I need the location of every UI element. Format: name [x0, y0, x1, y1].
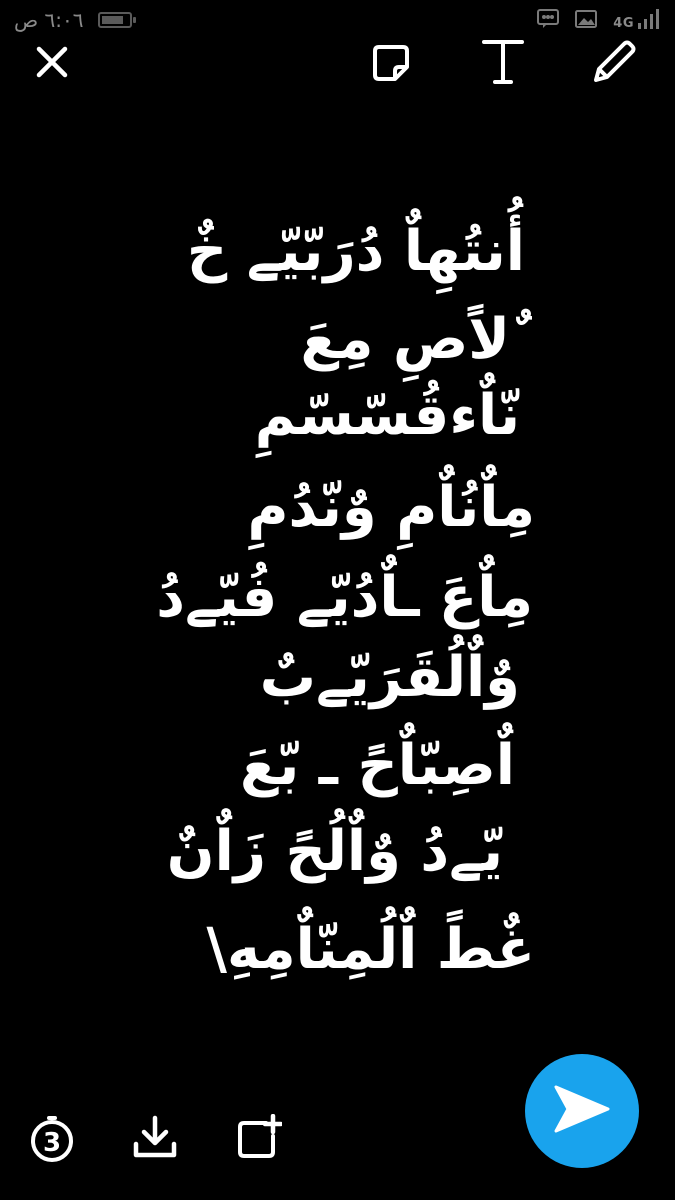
caption-line-3: نّاٌءقُسّسّمِ [254, 383, 520, 448]
battery-level [101, 16, 123, 24]
caption-line-7: اٌصِبّاٌحً ـ بّعَ [240, 733, 515, 798]
add-to-story-icon[interactable] [234, 1112, 284, 1162]
send-arrow-icon [552, 1083, 612, 1139]
snap-caption[interactable]: أُنتُهِاٌ دُرَبّيّے خٌ ٌلاًصِ مِعَ نّاٌء… [0, 200, 675, 1030]
text-icon[interactable] [478, 36, 528, 88]
status-time: ٦:٠٦ ص [14, 8, 84, 32]
bbm-icon [537, 9, 560, 29]
caption-line-8: يّےدُ وٌاٌلُحً زَاٌنٌ [166, 819, 503, 884]
sticker-icon[interactable] [368, 40, 414, 86]
pencil-icon[interactable] [588, 36, 640, 88]
signal-icon [637, 8, 661, 30]
caption-line-9: غٌطً اٌلُمِنّاٌمِهِ\ [206, 917, 535, 982]
status-left: ٦:٠٦ ص [14, 8, 136, 32]
battery-icon [97, 12, 136, 28]
status-bar: ٦:٠٦ ص 4G [0, 0, 675, 42]
close-icon[interactable] [30, 40, 74, 84]
caption-line-5: مِاٌعَ ـاٌدُيّے فُيّےدُ [156, 565, 533, 630]
timer-seconds: 3 [43, 1128, 61, 1158]
caption-line-6: وٌاٌلُقَرَيّےبٌ [259, 645, 520, 710]
signal-group: 4G [613, 8, 661, 30]
timer-icon[interactable]: 3 [28, 1114, 76, 1164]
download-icon[interactable] [130, 1112, 180, 1162]
status-right: 4G [537, 8, 661, 30]
caption-line-2: ٌلاًصِ مِعَ [300, 307, 510, 372]
send-button[interactable] [525, 1054, 639, 1168]
caption-line-4: مِاٌنُاٌمِ وٌنّدُمِ [247, 475, 535, 540]
caption-line-1: أُنتُهِاٌ دُرَبّيّے خٌ [186, 219, 525, 284]
gallery-icon [575, 9, 598, 29]
network-type: 4G [613, 16, 634, 31]
